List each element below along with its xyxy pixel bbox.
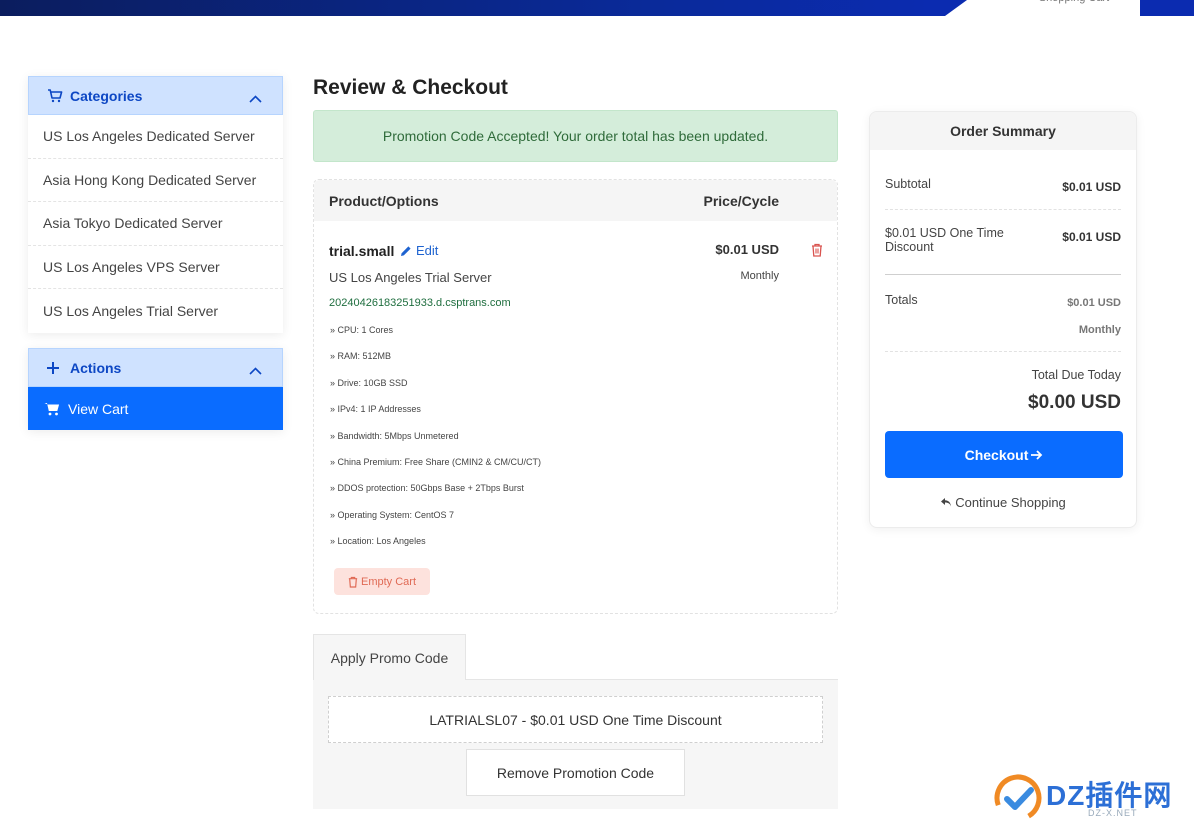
- category-item[interactable]: US Los Angeles Dedicated Server: [28, 115, 283, 159]
- applied-promo-code: LATRIALSL07 - $0.01 USD One Time Discoun…: [328, 696, 823, 743]
- product-option: » Location: Los Angeles: [330, 536, 426, 546]
- shopping-cart-tab[interactable]: Shopping Cart: [1010, 0, 1138, 16]
- product-price: $0.01 USD: [715, 242, 779, 257]
- subtotal-value: $0.01 USD: [1062, 180, 1121, 194]
- trash-icon: [348, 576, 358, 588]
- product-option: » CPU: 1 Cores: [330, 325, 394, 335]
- checkout-label: Checkout: [964, 446, 1029, 463]
- reply-arrow-icon: [940, 497, 952, 508]
- category-list: US Los Angeles Dedicated Server Asia Hon…: [28, 115, 283, 333]
- watermark-sub: DZ-X.NET: [1088, 808, 1138, 818]
- actions-header[interactable]: Actions: [28, 348, 283, 387]
- arrow-right-icon: [1031, 449, 1043, 460]
- cart-items-box: Product/Options Price/Cycle trial.small …: [313, 179, 838, 614]
- discount-label: $0.01 USD One Time Discount: [885, 226, 1004, 254]
- product-domain: 20240426183251933.d.csptrans.com: [329, 297, 511, 309]
- product-option: » Drive: 10GB SSD: [330, 378, 408, 388]
- watermark-logo: DZ插件网 DZ-X.NET: [992, 770, 1182, 826]
- category-item[interactable]: Asia Hong Kong Dedicated Server: [28, 159, 283, 203]
- product-option: » Bandwidth: 5Mbps Unmetered: [330, 431, 459, 441]
- remove-item-trash-icon[interactable]: [811, 243, 823, 257]
- total-due-label: Total Due Today: [1031, 368, 1121, 382]
- empty-cart-button[interactable]: Empty Cart: [334, 568, 430, 595]
- empty-cart-label: Empty Cart: [360, 575, 416, 588]
- view-cart-link[interactable]: View Cart: [28, 387, 283, 430]
- plus-icon: [47, 360, 63, 376]
- view-cart-label: View Cart: [68, 400, 129, 417]
- watermark-check-icon: [994, 774, 1042, 822]
- order-summary: Order Summary Subtotal $0.01 USD $0.01 U…: [869, 111, 1137, 528]
- actions-title: Actions: [70, 359, 122, 376]
- edit-product-link[interactable]: Edit: [400, 243, 438, 258]
- cart-table-header: Product/Options Price/Cycle: [314, 180, 837, 221]
- discount-value: $0.01 USD: [1062, 230, 1121, 244]
- promo-success-alert: Promotion Code Accepted! Your order tota…: [313, 110, 838, 162]
- order-summary-title: Order Summary: [870, 112, 1136, 150]
- categories-title: Categories: [70, 87, 143, 104]
- product-option: » RAM: 512MB: [330, 351, 392, 361]
- product-name: trial.small: [329, 243, 395, 259]
- page-title: Review & Checkout: [313, 76, 508, 99]
- categories-panel: Categories US Los Angeles Dedicated Serv…: [28, 76, 283, 333]
- product-options-header: Product/Options: [329, 193, 439, 209]
- product-option: » IPv4: 1 IP Addresses: [330, 404, 421, 414]
- product-group: US Los Angeles Trial Server: [329, 270, 492, 285]
- chevron-up-icon[interactable]: [249, 362, 262, 378]
- edit-label: Edit: [416, 243, 439, 258]
- divider: [885, 351, 1121, 352]
- product-option: » Operating System: CentOS 7: [330, 510, 455, 520]
- continue-shopping-link[interactable]: Continue Shopping: [870, 495, 1136, 510]
- category-item[interactable]: US Los Angeles VPS Server: [28, 246, 283, 290]
- promo-panel: LATRIALSL07 - $0.01 USD One Time Discoun…: [313, 679, 838, 809]
- divider: [885, 209, 1121, 210]
- category-item[interactable]: Asia Tokyo Dedicated Server: [28, 202, 283, 246]
- cart-icon: [44, 402, 60, 416]
- pencil-icon: [400, 245, 412, 257]
- divider: [885, 274, 1121, 275]
- checkout-button[interactable]: Checkout: [885, 431, 1123, 478]
- remove-promo-button[interactable]: Remove Promotion Code: [466, 749, 685, 796]
- categories-header[interactable]: Categories: [28, 76, 283, 115]
- total-due-amount: $0.00 USD: [1028, 392, 1121, 413]
- cart-icon: [47, 88, 63, 104]
- product-cycle: Monthly: [740, 270, 779, 282]
- product-option: » DDOS protection: 50Gbps Base + 2Tbps B…: [330, 483, 524, 493]
- tab-apply-promo-code[interactable]: Apply Promo Code: [313, 634, 466, 680]
- price-cycle-header: Price/Cycle: [703, 193, 780, 209]
- category-item[interactable]: US Los Angeles Trial Server: [28, 289, 283, 333]
- chevron-up-icon[interactable]: [249, 90, 262, 106]
- totals-value: $0.01 USD: [1067, 297, 1121, 309]
- product-option: » China Premium: Free Share (CMIN2 & CM/…: [330, 457, 542, 467]
- actions-panel: Actions View Cart: [28, 348, 283, 430]
- totals-cycle: Monthly: [1078, 324, 1121, 336]
- continue-shopping-label: Continue Shopping: [955, 495, 1066, 510]
